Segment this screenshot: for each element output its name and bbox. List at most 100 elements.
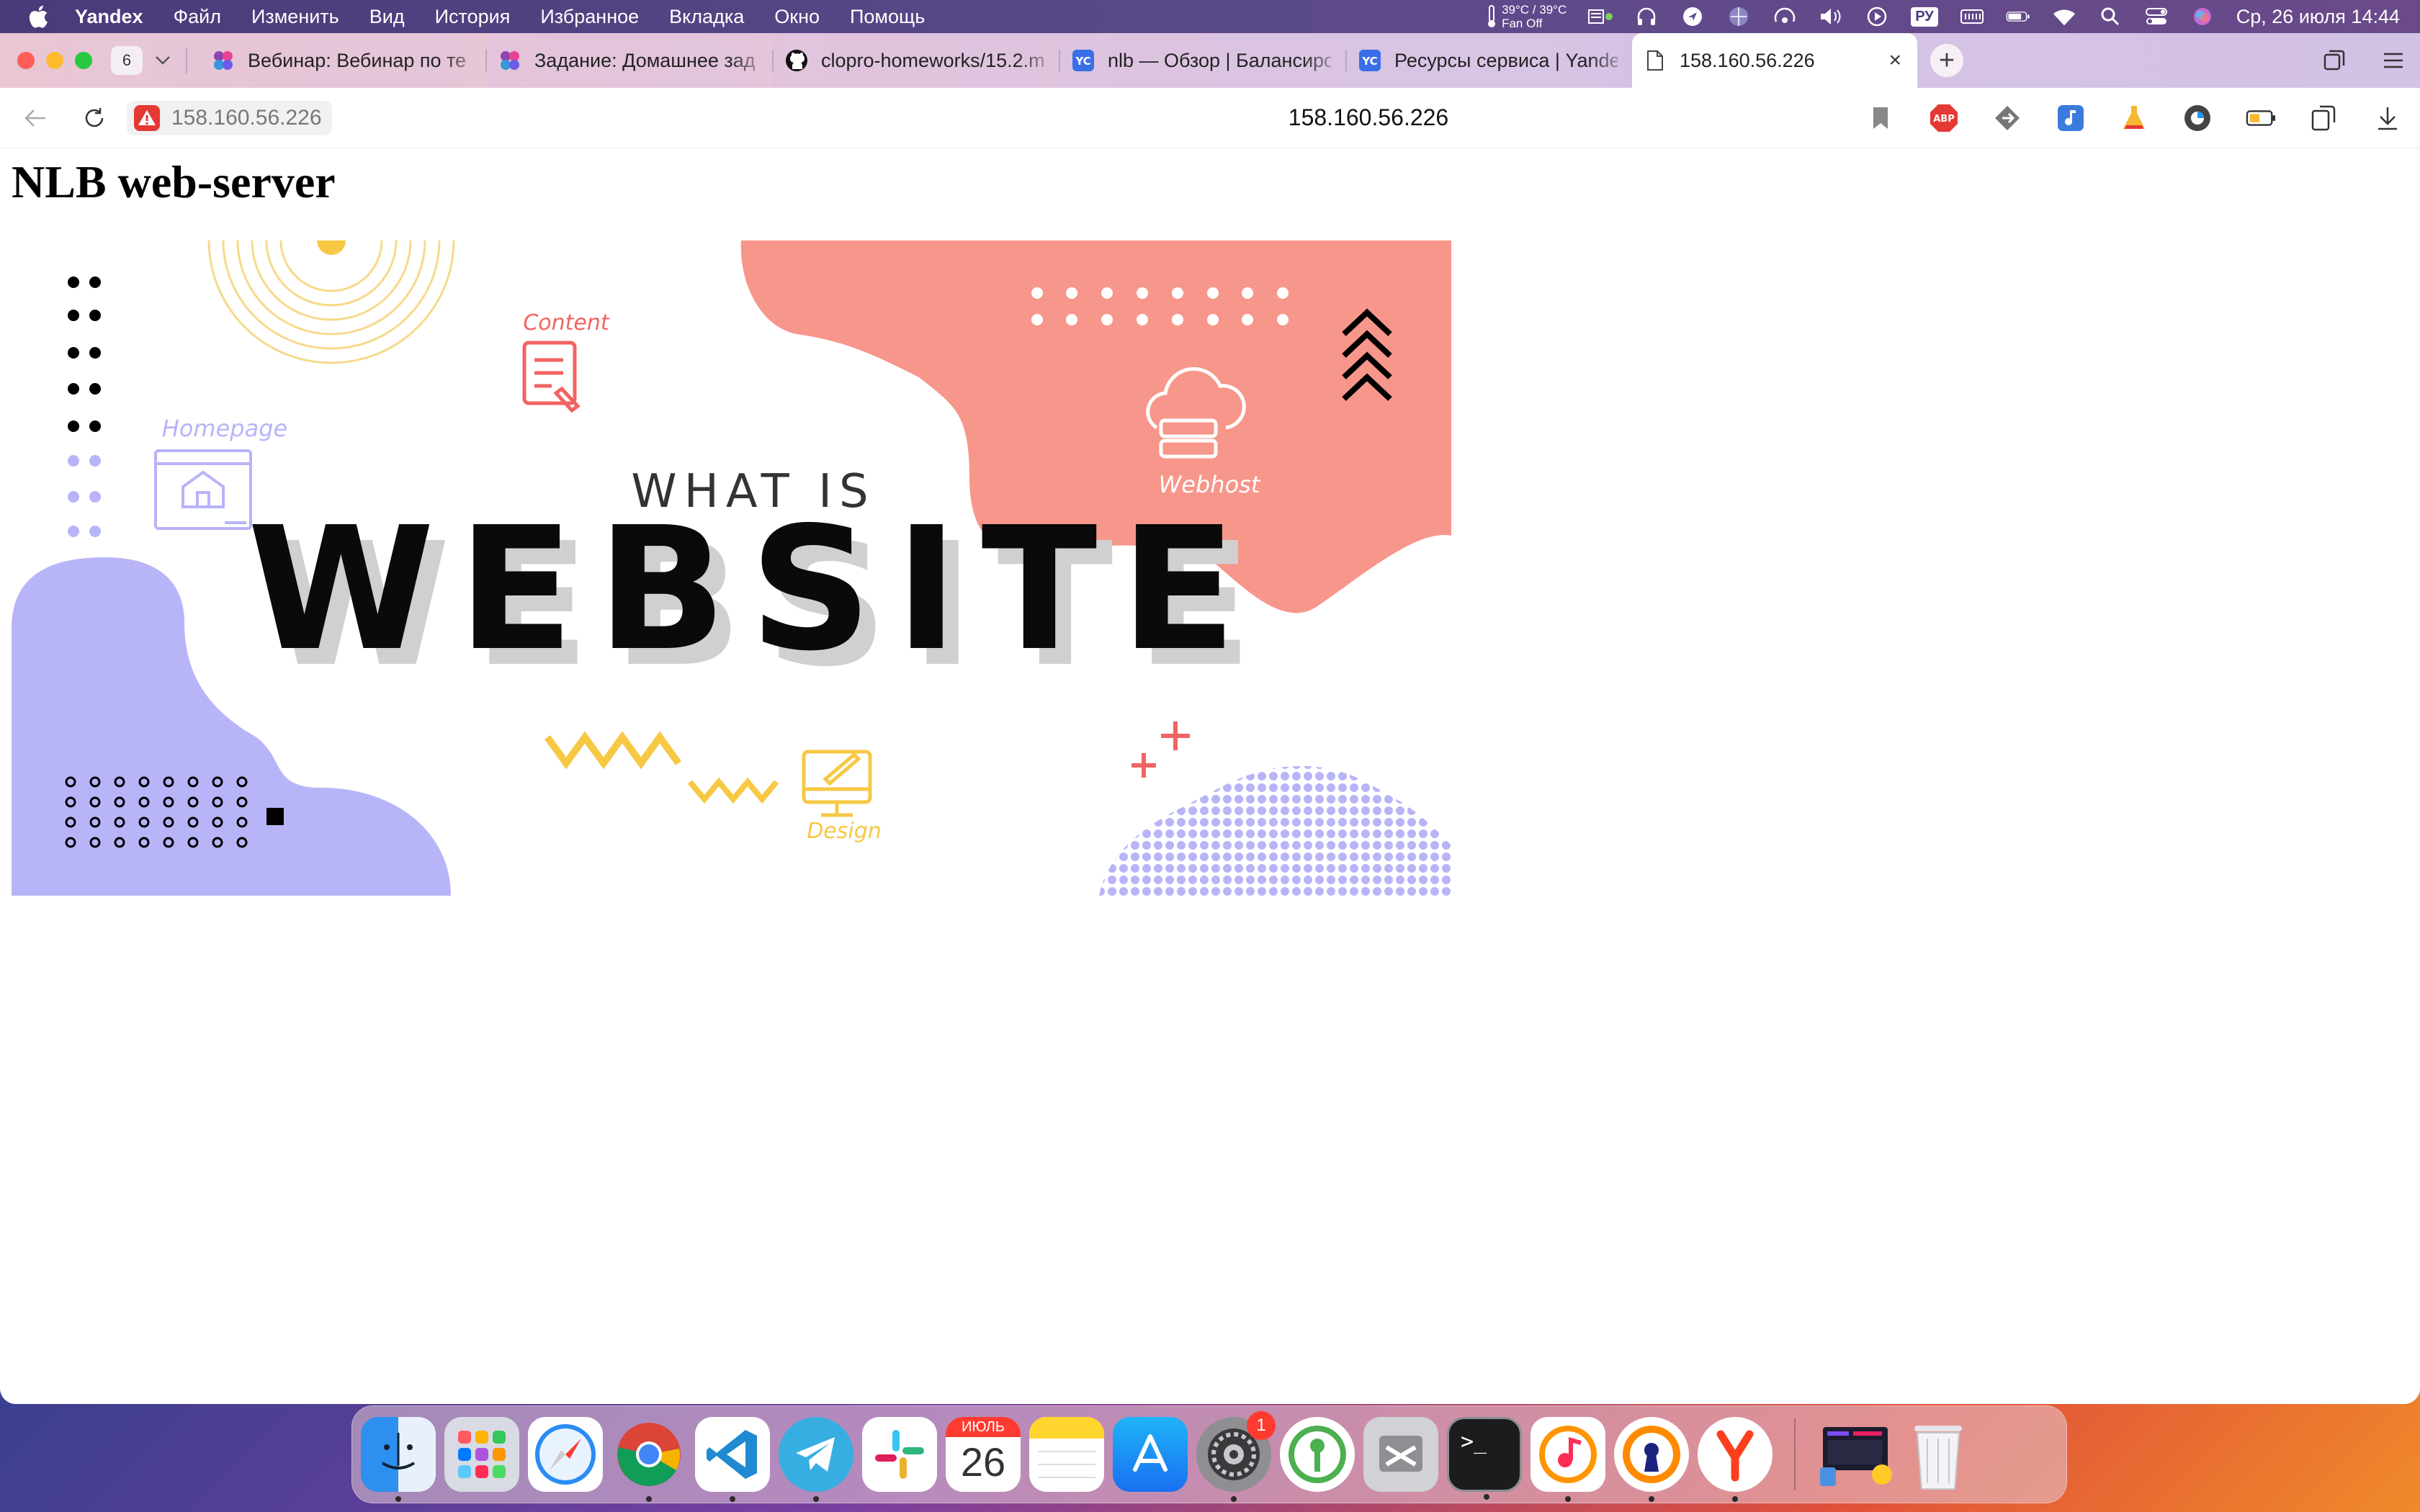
vpn-icon[interactable] xyxy=(1726,6,1751,27)
trash-icon[interactable] xyxy=(1901,1417,1976,1492)
music-icon[interactable] xyxy=(1531,1417,1605,1502)
page-content: NLB web-server Webhost Homepage Content … xyxy=(0,148,2420,1404)
github-icon xyxy=(785,49,808,72)
chrome-icon[interactable] xyxy=(611,1417,686,1502)
wifi-icon[interactable] xyxy=(2052,6,2076,27)
keyboard-icon[interactable] xyxy=(1960,6,1984,27)
tab-github[interactable]: clopro-homeworks/15.2.m xyxy=(774,33,1059,88)
lab-extension-icon[interactable] xyxy=(2119,103,2149,133)
app-store-icon[interactable] xyxy=(1113,1417,1188,1492)
terminal-icon[interactable]: >_ xyxy=(1447,1417,1522,1500)
vscode-icon[interactable] xyxy=(695,1417,770,1502)
tab-homework[interactable]: Задание: Домашнее зад xyxy=(487,33,772,88)
tab-service-resources[interactable]: YC Ресурсы сервиса | Yande xyxy=(1347,33,1632,88)
utility-icon[interactable] xyxy=(1363,1417,1438,1492)
tab-title: 158.160.56.226 xyxy=(1680,49,1815,71)
url-host: 158.160.56.226 xyxy=(171,105,322,130)
music-extension-icon[interactable] xyxy=(2056,103,2086,133)
notes-icon[interactable] xyxy=(1029,1417,1104,1492)
menu-file[interactable]: Файл xyxy=(174,6,221,28)
keepassxc-icon[interactable] xyxy=(1280,1417,1355,1492)
hero-big-title: WEBSITE xyxy=(247,490,1259,688)
calendar-month: ИЮЛЬ xyxy=(946,1417,1021,1437)
menu-tab[interactable]: Вкладка xyxy=(669,6,744,28)
new-tab-button[interactable]: + xyxy=(1930,44,1963,77)
battery-icon[interactable] xyxy=(2006,6,2030,27)
menu-help[interactable]: Помощь xyxy=(850,6,925,28)
terminal-prompt: >_ xyxy=(1461,1429,1487,1454)
menu-view[interactable]: Вид xyxy=(369,6,405,28)
vpn-client-icon[interactable] xyxy=(1614,1417,1689,1502)
tab-webinar[interactable]: Вебинар: Вебинар по те xyxy=(200,33,485,88)
menu-icon[interactable] xyxy=(2381,50,2406,71)
dock: ИЮЛЬ 26 1 >_ xyxy=(351,1405,2067,1503)
zoom-window-button[interactable] xyxy=(75,52,92,69)
download-icon[interactable] xyxy=(2372,103,2403,133)
calendar-icon[interactable]: ИЮЛЬ 26 xyxy=(946,1417,1021,1492)
menu-bar: Yandex Файл Изменить Вид История Избранн… xyxy=(0,0,2420,33)
adblock-icon[interactable]: ABP xyxy=(1929,103,1959,133)
vpn-extension-icon[interactable] xyxy=(2182,103,2213,133)
menu-app-name[interactable]: Yandex xyxy=(75,6,143,28)
menu-window[interactable]: Окно xyxy=(774,6,820,28)
spotlight-icon[interactable] xyxy=(2098,6,2123,27)
location-icon[interactable] xyxy=(1680,6,1705,27)
tab-active-page[interactable]: 158.160.56.226 × xyxy=(1632,33,1917,88)
menubar-clock[interactable]: Ср, 26 июля 14:44 xyxy=(2236,6,2400,28)
launchpad-icon[interactable] xyxy=(444,1417,519,1492)
screenshot-tool-icon[interactable] xyxy=(2309,103,2339,133)
headphones-icon[interactable] xyxy=(1634,6,1659,27)
browser-window: 6 Вебинар: Вебинар по те Задание: Домашн… xyxy=(0,33,2420,1404)
minimize-window-button[interactable] xyxy=(46,52,63,69)
chevron-down-icon[interactable] xyxy=(148,46,177,75)
insecure-warning-icon xyxy=(133,104,161,132)
volume-icon[interactable] xyxy=(1819,6,1843,27)
page-icon xyxy=(1644,49,1667,72)
svg-text:YC: YC xyxy=(1075,55,1090,68)
netology-icon xyxy=(212,49,235,72)
temperature-widget[interactable]: 39°C / 39°C Fan Off xyxy=(1486,3,1567,30)
system-settings-icon[interactable]: 1 xyxy=(1196,1411,1276,1502)
airplay-icon[interactable] xyxy=(1773,6,1797,27)
slack-icon[interactable] xyxy=(862,1417,937,1492)
reload-button[interactable] xyxy=(76,100,112,136)
translate-extension-icon[interactable] xyxy=(1992,103,2022,133)
black-square xyxy=(266,808,284,825)
page-heading: NLB web-server xyxy=(12,156,336,207)
homepage-label: Homepage xyxy=(162,415,287,442)
tab-nlb-overview[interactable]: YC nlb — Обзор | Балансиро xyxy=(1060,33,1345,88)
play-icon[interactable] xyxy=(1865,6,1889,27)
control-center-icon[interactable] xyxy=(2144,6,2169,27)
url-field[interactable]: 158.160.56.226 xyxy=(1008,104,1729,131)
menu-bookmarks[interactable]: Избранное xyxy=(540,6,639,28)
yandex-browser-icon[interactable] xyxy=(1698,1417,1773,1502)
svg-text:ABP: ABP xyxy=(1933,114,1955,125)
close-window-button[interactable] xyxy=(17,52,35,69)
content-label: Content xyxy=(523,310,610,336)
telegram-icon[interactable] xyxy=(779,1417,853,1502)
calendar-day: 26 xyxy=(960,1439,1006,1485)
back-button[interactable] xyxy=(17,100,53,136)
svg-text:YC: YC xyxy=(1361,55,1377,68)
design-label: Design xyxy=(807,819,882,844)
window-controls xyxy=(17,52,92,69)
battery-saver-icon[interactable] xyxy=(2246,103,2276,133)
tab-count-badge[interactable]: 6 xyxy=(111,46,143,75)
tab-bar: 6 Вебинар: Вебинар по те Задание: Домашн… xyxy=(0,33,2420,88)
stats-icon[interactable] xyxy=(1588,6,1613,27)
connection-info-chip[interactable]: 158.160.56.226 xyxy=(127,100,332,135)
tab-title: Задание: Домашнее зад xyxy=(534,49,756,71)
siri-icon[interactable] xyxy=(2190,6,2215,27)
temperature-value: 39°C / 39°C xyxy=(1502,3,1567,17)
thermometer-icon xyxy=(1488,5,1496,27)
menu-edit[interactable]: Изменить xyxy=(251,6,339,28)
tab-groups-icon[interactable] xyxy=(2322,48,2347,73)
menu-history[interactable]: История xyxy=(435,6,511,28)
input-language-indicator[interactable]: РУ xyxy=(1911,6,1938,27)
bookmark-icon[interactable] xyxy=(1865,103,1896,133)
apple-icon[interactable] xyxy=(27,4,49,29)
finder-icon[interactable] xyxy=(361,1417,436,1502)
safari-icon[interactable] xyxy=(528,1417,603,1492)
downloads-stack-icon[interactable] xyxy=(1817,1417,1892,1492)
close-tab-icon[interactable]: × xyxy=(1888,48,1901,73)
